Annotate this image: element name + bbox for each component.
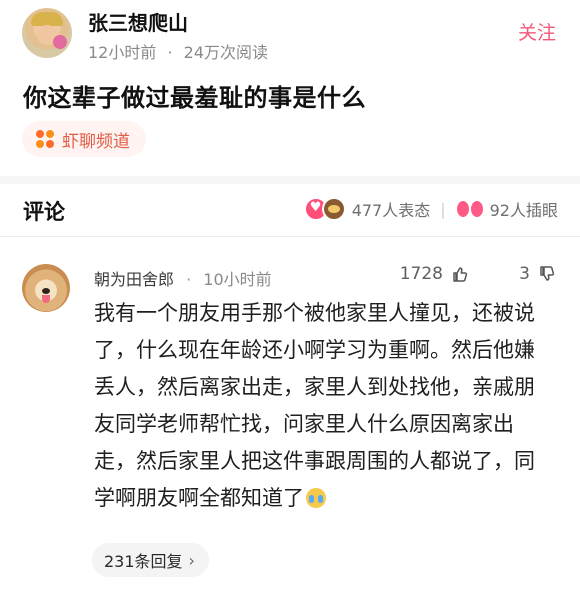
follow-button[interactable]: 关注 xyxy=(518,18,556,45)
avatar-hat-shape xyxy=(31,12,63,26)
thumbs-down-icon xyxy=(540,266,555,281)
channel-dots-icon xyxy=(36,130,54,148)
chevron-right-icon: › xyxy=(188,550,195,570)
comments-header: 评论 477人表态 | 92人插眼 xyxy=(0,184,580,236)
meta-separator: · xyxy=(167,43,173,62)
like-count: 1728 xyxy=(399,264,443,284)
reactions-summary[interactable]: 477人表态 | 92人插眼 xyxy=(303,197,558,221)
avatar-badge-shape xyxy=(53,35,67,49)
replies-label: 231条回复 xyxy=(104,552,183,571)
reactions-count: 477人表态 xyxy=(351,201,431,220)
comment-body: 我有一个朋友用手那个被他家里人撞见，还被说了，什么现在年龄还小啊学习为重啊。然后… xyxy=(94,295,554,517)
author-name[interactable]: 张三想爬山 xyxy=(88,7,188,36)
poop-emoji-icon xyxy=(321,197,346,221)
comment-time: 10小时前 xyxy=(203,270,272,289)
dog-tongue-shape xyxy=(42,295,50,303)
dislike-count: 3 xyxy=(519,264,530,284)
eyes-count: 92人插眼 xyxy=(489,201,558,220)
post-time: 12小时前 xyxy=(88,43,157,62)
section-divider xyxy=(0,176,580,184)
thumbs-up-icon xyxy=(453,267,468,282)
post-views: 24万次阅读 xyxy=(183,43,269,62)
post-meta: 12小时前 · 24万次阅读 xyxy=(88,39,268,63)
commenter-name[interactable]: 朝为田舍郎 xyxy=(94,270,174,289)
crying-emoji-icon xyxy=(306,488,326,508)
commenter-avatar[interactable] xyxy=(22,264,70,312)
post-title: 你这辈子做过最羞耻的事是什么 xyxy=(23,84,366,112)
dog-nose-shape xyxy=(42,288,50,294)
like-button[interactable]: 1728 xyxy=(400,264,469,284)
channel-tag[interactable]: 虾聊频道 xyxy=(22,121,146,157)
comments-title: 评论 xyxy=(23,200,65,224)
comment-meta-separator: · xyxy=(186,270,192,289)
reactions-separator: | xyxy=(440,199,446,219)
comment-text: 我有一个朋友用手那个被他家里人撞见，还被说了，什么现在年龄还小啊学习为重啊。然后… xyxy=(94,301,535,510)
replies-button[interactable]: 231条回复 › xyxy=(92,543,209,577)
dislike-button[interactable]: 3 xyxy=(519,264,556,284)
channel-label: 虾聊频道 xyxy=(62,131,130,152)
comments-divider xyxy=(0,236,580,237)
author-avatar[interactable] xyxy=(22,8,72,58)
eyes-icon xyxy=(456,199,484,219)
post-header: 张三想爬山 12小时前 · 24万次阅读 关注 xyxy=(0,0,580,70)
reaction-emojis xyxy=(303,197,346,221)
commenter-meta: 朝为田舍郎 · 10小时前 xyxy=(94,266,272,290)
